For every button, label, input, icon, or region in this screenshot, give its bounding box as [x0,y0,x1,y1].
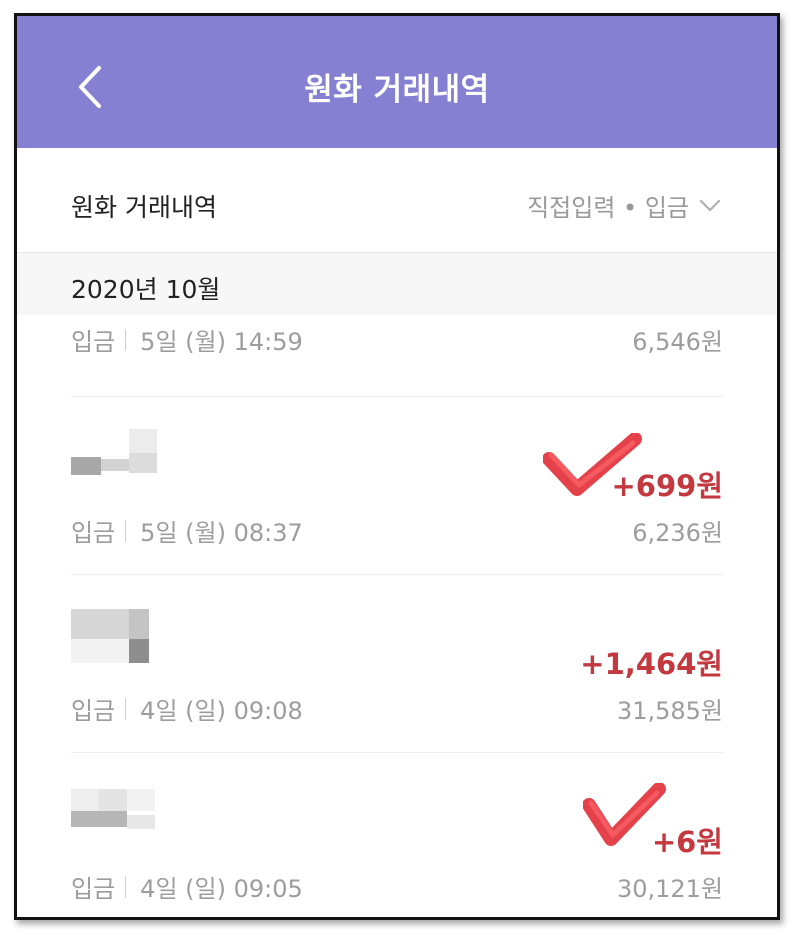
transaction-date: 4일 (일) 09:05 [140,875,303,903]
transaction-type: 입금 [71,697,116,725]
transaction-date: 5일 (월) 14:59 [140,328,303,356]
transaction-amount: +1,464원 [580,647,723,681]
divider [125,328,127,351]
transaction-type: 입금 [71,875,116,903]
transaction-date: 5일 (월) 08:37 [140,519,303,547]
filter-bar: 원화 거래내역 직접입력 • 입금 [17,148,777,253]
page-title: 원화 거래내역 [304,72,490,108]
divider [125,875,127,898]
divider [125,697,127,720]
transaction-item[interactable]: +699원 입금 5일 (월) 08:37 6,236원 [71,397,723,575]
redacted-name [71,789,155,839]
month-header: 2020년 10월 [17,253,777,315]
filter-label: 직접입력 • 입금 [527,194,689,222]
app-screen: 원화 거래내역 원화 거래내역 직접입력 • 입금 2020년 10월 입금 5… [14,13,780,920]
transaction-amount: +699원 [611,469,723,503]
filter-dropdown[interactable]: 직접입력 • 입금 [527,188,721,223]
transaction-type: 입금 [71,328,116,356]
divider [125,519,127,542]
transaction-balance: 31,585원 [616,697,723,725]
transaction-meta: 입금 4일 (일) 09:05 [71,869,303,904]
transaction-item[interactable]: 입금 5일 (월) 14:59 6,546원 [71,316,723,397]
transaction-balance: 6,236원 [632,519,723,547]
redacted-name [71,609,151,665]
transaction-balance: 6,546원 [632,328,723,356]
transaction-meta: 입금 5일 (월) 14:59 [71,322,303,357]
transaction-item[interactable]: +1,464원 입금 4일 (일) 09:08 31,585원 [71,575,723,753]
transaction-item[interactable]: +6원 입금 4일 (일) 09:05 30,121원 [71,753,723,913]
top-bar: 원화 거래내역 [17,16,777,148]
section-title: 원화 거래내역 [71,193,217,222]
transaction-type: 입금 [71,519,116,547]
transaction-amount: +6원 [651,825,723,859]
transaction-meta: 입금 4일 (일) 09:08 [71,691,303,726]
chevron-down-icon [699,199,721,211]
transaction-meta: 입금 5일 (월) 08:37 [71,513,303,548]
transaction-date: 4일 (일) 09:08 [140,697,303,725]
transaction-balance: 30,121원 [616,875,723,903]
redacted-name [71,429,157,481]
month-label: 2020년 10월 [71,275,221,304]
